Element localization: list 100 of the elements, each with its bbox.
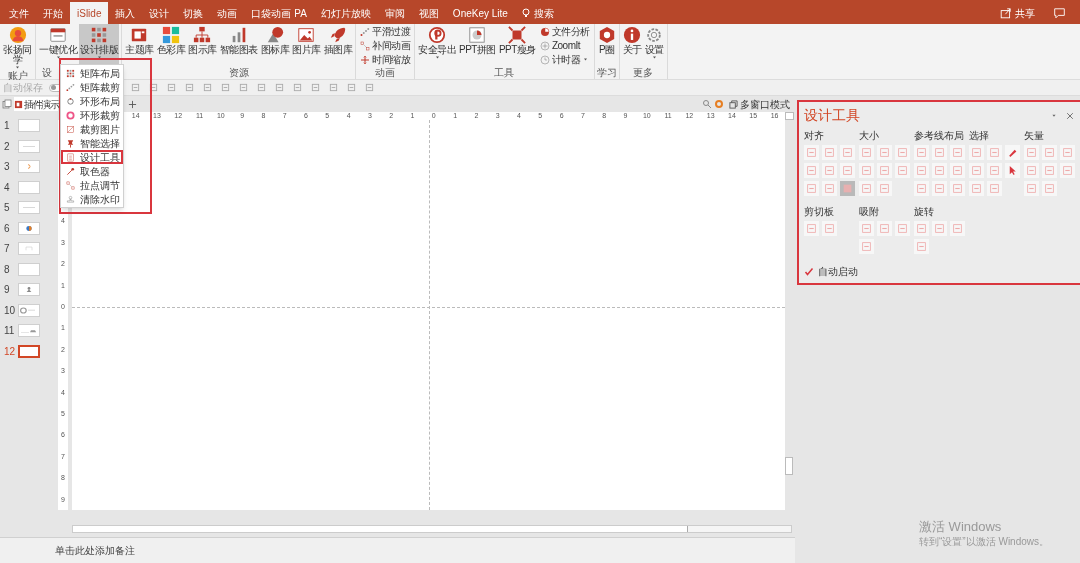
ribbon-button[interactable]: PPT拼图 [458,24,497,67]
ribbon-button[interactable]: 主题库 [124,24,155,67]
format-icon [203,83,212,92]
group-label: 资源 [228,67,249,79]
window-mode-button[interactable]: 多窗口模式 [726,96,793,112]
slide-number: 2 [3,139,11,154]
ribbon-tab[interactable]: 设计 [142,2,177,24]
ribbon-tab[interactable]: 口袋动画 PA [244,2,314,24]
donut-icon [66,110,75,120]
layout-icon [806,165,817,176]
section-label: 剪切板 [804,206,835,217]
layout-icon [952,147,963,158]
document-tab[interactable]: 插件演示 [14,97,58,111]
layout-icon [824,223,835,234]
scroll-up-button[interactable] [785,112,794,120]
layout-icon [916,147,927,158]
button-label: PPT瘦身 [498,45,536,55]
menu-item[interactable]: 智能选择 [61,136,123,150]
checkmark-icon [804,266,814,277]
ribbon-button[interactable]: P圈 [596,24,617,67]
menu-item[interactable]: 环形布局 [61,94,123,108]
nodes-icon [360,40,370,51]
menu-item[interactable]: 设计工具 [61,150,123,164]
layout-icon [824,183,835,194]
new-tab-button[interactable] [126,98,138,110]
section-label: 吸附 [859,206,880,217]
ribbon-tab[interactable]: OneKey Lite [445,2,515,24]
layout-icon [806,183,817,194]
layout-icon [824,147,835,158]
ribbon-button[interactable]: 图片库 [291,24,322,67]
tool-button[interactable] [1005,145,1020,160]
ribbon-tab[interactable]: 审阅 [377,2,412,24]
activation-title: 激活 Windows [919,519,1003,534]
lightbulb-icon [520,7,531,19]
menu-label: 矩阵布局 [80,66,120,81]
ribbon-button[interactable]: 文件分析 [539,25,590,38]
ribbon-button[interactable]: 时间缩放 [360,53,410,66]
layout-icon [897,165,908,176]
menu-item[interactable]: 拉点调节 [61,178,123,192]
menu-item[interactable]: 矩阵裁剪 [61,80,123,94]
ribbon-button[interactable]: 安全导出 [417,24,457,67]
ribbon-button[interactable]: PPT瘦身 [497,24,537,67]
menu-item[interactable]: 环形裁剪 [61,108,123,122]
format-icon [365,83,374,92]
search-box[interactable]: 搜索 [514,2,560,24]
ribbon-button[interactable]: 色彩库 [155,24,186,67]
layout-icon [916,183,927,194]
ribbon-button[interactable]: 一键优化 [38,24,78,67]
slide-thumbnail[interactable] [18,344,40,358]
slide-number: 1 [3,119,11,133]
windows-icon [729,99,738,109]
share-button[interactable]: 共享 [994,2,1041,24]
ribbon-tab[interactable]: 插入 [108,2,143,24]
menu-item[interactable]: 矩阵布局 [61,66,123,80]
grid-icon [90,26,108,44]
ribbon-tab[interactable]: 文件 [2,2,36,24]
ribbon-tab[interactable]: 视图 [411,2,446,24]
ribbon-tab[interactable]: iSlide [70,2,109,24]
scrollbar-thumb[interactable] [73,526,688,532]
ribbon-button[interactable]: ZoomIt [539,39,590,52]
menu-item[interactable]: 清除水印 [61,192,123,206]
menu-item[interactable]: 裁剪图片 [61,122,123,136]
ribbon-button[interactable]: 插图库 [322,24,353,67]
ribbon-button[interactable]: 设置 [643,24,665,67]
autosave-label: 自动保存 [3,82,43,93]
ribbon-button[interactable]: 平滑过渡 [360,25,410,38]
magnifier-icon [702,99,712,109]
button-label: 多窗口模式 [740,97,790,112]
ribbon-button[interactable]: 图标库 [259,24,290,67]
nodes-icon [66,180,75,190]
ribbon-button[interactable]: 张扬同学 [2,24,33,70]
menu-item[interactable]: 取色器 [61,164,123,178]
layout-icon [879,223,890,234]
ribbon-tab[interactable]: 开始 [36,2,70,24]
ribbon-button[interactable]: 关于 [621,24,643,67]
comment-icon [1053,7,1066,19]
layout-icon [824,165,835,176]
ribbon-tab[interactable]: 切换 [176,2,211,24]
notes-field[interactable]: 单击此处添加备注 [0,537,795,563]
ribbon-button[interactable]: 补间动画 [360,39,410,52]
tool-button[interactable] [1005,163,1020,178]
slide-number: 10 [3,303,16,318]
slide-number: 7 [3,242,11,256]
ribbon-button[interactable]: 计时器 [539,53,590,66]
button-label: 智能图表 [219,45,258,55]
ribbon-tab[interactable]: 动画 [210,2,245,24]
checkbox[interactable] [804,266,814,277]
layout-icon [971,165,982,176]
ribbon-button[interactable]: 智能图表 [218,24,259,67]
ribbon-button[interactable]: 图示库 [187,24,218,67]
slide-number: 9 [3,283,11,297]
button-label: 色彩库 [156,45,185,55]
slide-number: 3 [3,160,11,174]
format-icon [275,83,284,92]
ribbon-tab[interactable]: 幻灯片放映 [313,2,378,24]
slide-canvas[interactable] [72,120,785,510]
scrollbar-thumb[interactable] [785,457,793,475]
section-label: 参考线布局 [914,130,965,141]
group-label: 设 [42,67,52,79]
menu-label: 清除水印 [80,192,120,207]
